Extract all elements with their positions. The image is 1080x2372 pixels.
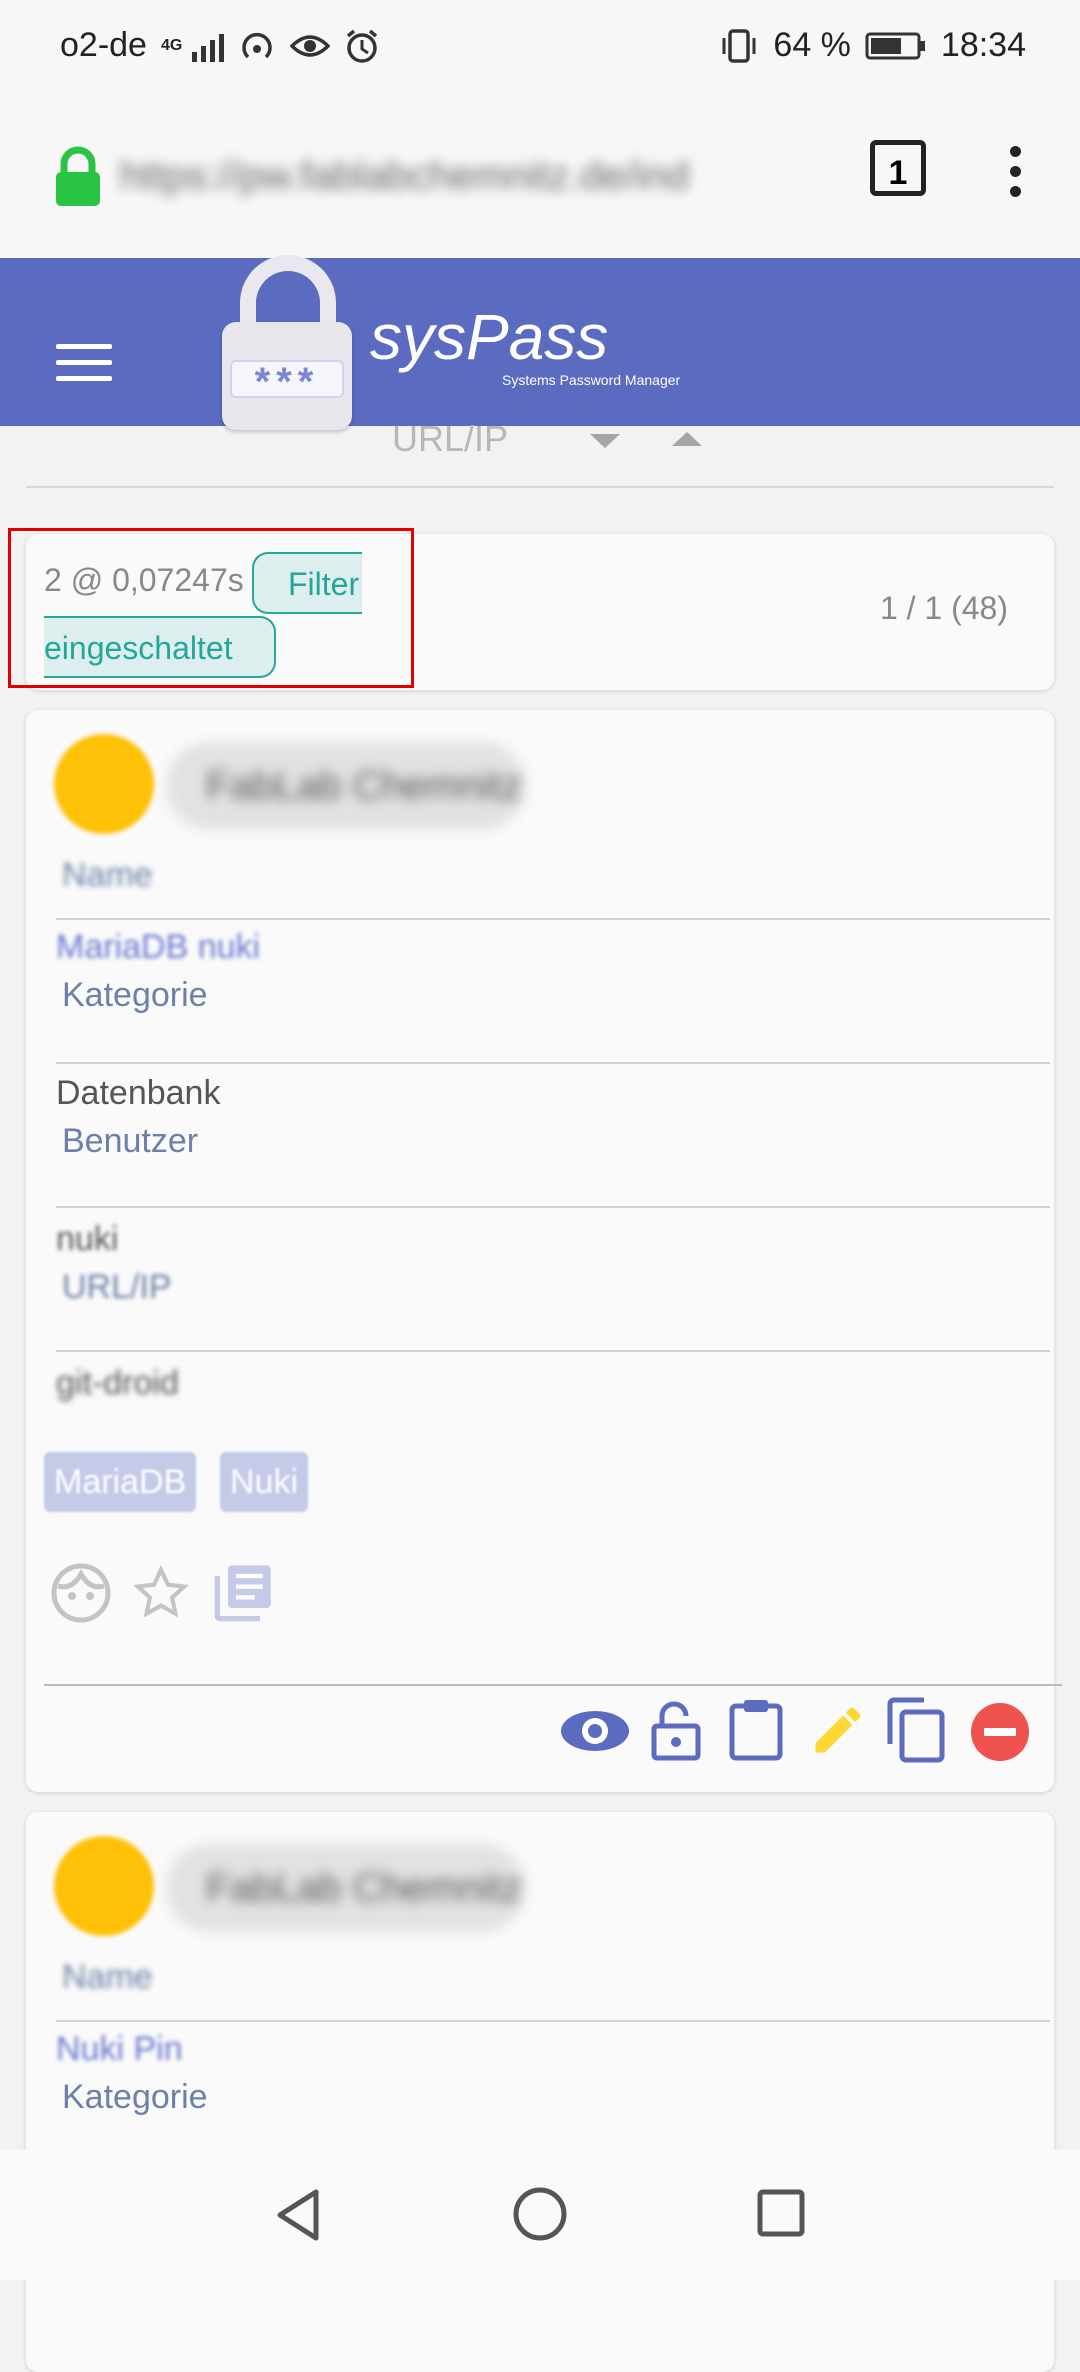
owner-face-icon (51, 1563, 111, 1623)
syspass-logo: *** (222, 322, 352, 430)
unlock-icon[interactable] (648, 1700, 704, 1762)
client-name: FabLab Chemnitz (166, 742, 526, 830)
divider (56, 1062, 1050, 1064)
view-password-eye-icon[interactable] (560, 1706, 630, 1756)
home-nav-icon[interactable] (512, 2186, 568, 2242)
client-name: FabLab Chemnitz (166, 1844, 526, 1932)
url-label: URL/IP (62, 1268, 172, 1306)
clipboard-icon[interactable] (726, 1696, 786, 1762)
back-nav-icon[interactable] (272, 2186, 324, 2244)
vibrate-icon (722, 28, 756, 63)
category-label: Kategorie (62, 2078, 208, 2116)
category-value: Datenbank (56, 1074, 221, 1112)
user-value: nuki (56, 1220, 119, 1258)
alarm-icon (347, 29, 378, 63)
client-avatar (54, 734, 154, 834)
copy-icon[interactable] (884, 1696, 948, 1764)
favorite-star-icon[interactable] (130, 1562, 192, 1624)
tag-chip[interactable]: Nuki (220, 1452, 309, 1512)
carrier-label: o2-de (60, 26, 147, 64)
lock-icon[interactable] (52, 146, 104, 208)
user-label: Benutzer (62, 1122, 199, 1160)
system-nav-bar (0, 2150, 1080, 2280)
divider (56, 1206, 1050, 1208)
url-value: git-droid (56, 1364, 179, 1402)
name-label: Name (62, 1958, 153, 1996)
status-bar: o2-de 4G 64 % 18:34 (0, 0, 1080, 90)
tab-switcher-button[interactable]: 1 (870, 140, 926, 196)
highlight-box (8, 528, 414, 688)
pagination-info: 1 / 1 (48) (879, 590, 1008, 626)
app-header: sysPass Systems Password Manager (0, 258, 1080, 426)
brand-subtitle: Systems Password Manager (502, 372, 681, 388)
divider (56, 2020, 1050, 2022)
account-card: FabLab Chemnitz Name Nuki Pin Kategorie (26, 1812, 1054, 2372)
tag-chip[interactable]: MariaDB (44, 1452, 197, 1512)
sort-desc-icon[interactable] (590, 434, 620, 448)
hamburger-menu-icon[interactable] (56, 344, 112, 392)
account-name-link[interactable]: MariaDB nuki (56, 928, 260, 967)
client-avatar (54, 1836, 154, 1936)
sort-asc-icon[interactable] (672, 432, 702, 446)
divider (56, 918, 1050, 920)
hotspot-icon (242, 32, 272, 58)
account-name-link[interactable]: Nuki Pin (56, 2030, 183, 2069)
browser-toolbar: https://pw.fablabchemnitz.de/ind 1 (0, 90, 1080, 258)
network-type: 4G (160, 36, 183, 54)
url-bar[interactable]: https://pw.fablabchemnitz.de/ind (120, 154, 840, 198)
recents-nav-icon[interactable] (756, 2188, 806, 2238)
divider (44, 1684, 1062, 1686)
sort-field-label[interactable]: URL/IP (392, 418, 508, 460)
name-label: Name (62, 856, 153, 894)
notes-icon[interactable] (212, 1560, 276, 1624)
edit-pencil-icon[interactable] (808, 1700, 868, 1760)
clock: 18:34 (940, 26, 1026, 64)
account-card: FabLab Chemnitz Name MariaDB nuki Katego… (26, 710, 1062, 1792)
category-label: Kategorie (62, 976, 208, 1014)
logo-password-field: *** (230, 360, 344, 402)
divider (56, 1350, 1050, 1352)
battery-percent: 64 % (773, 26, 851, 64)
brand-title: sysPass (370, 301, 609, 373)
delete-icon[interactable] (970, 1702, 1030, 1762)
divider (26, 486, 1054, 488)
battery-icon (865, 32, 925, 59)
browser-menu-icon[interactable] (1010, 146, 1022, 206)
signal-icon (192, 30, 225, 62)
eye-icon (290, 34, 331, 57)
